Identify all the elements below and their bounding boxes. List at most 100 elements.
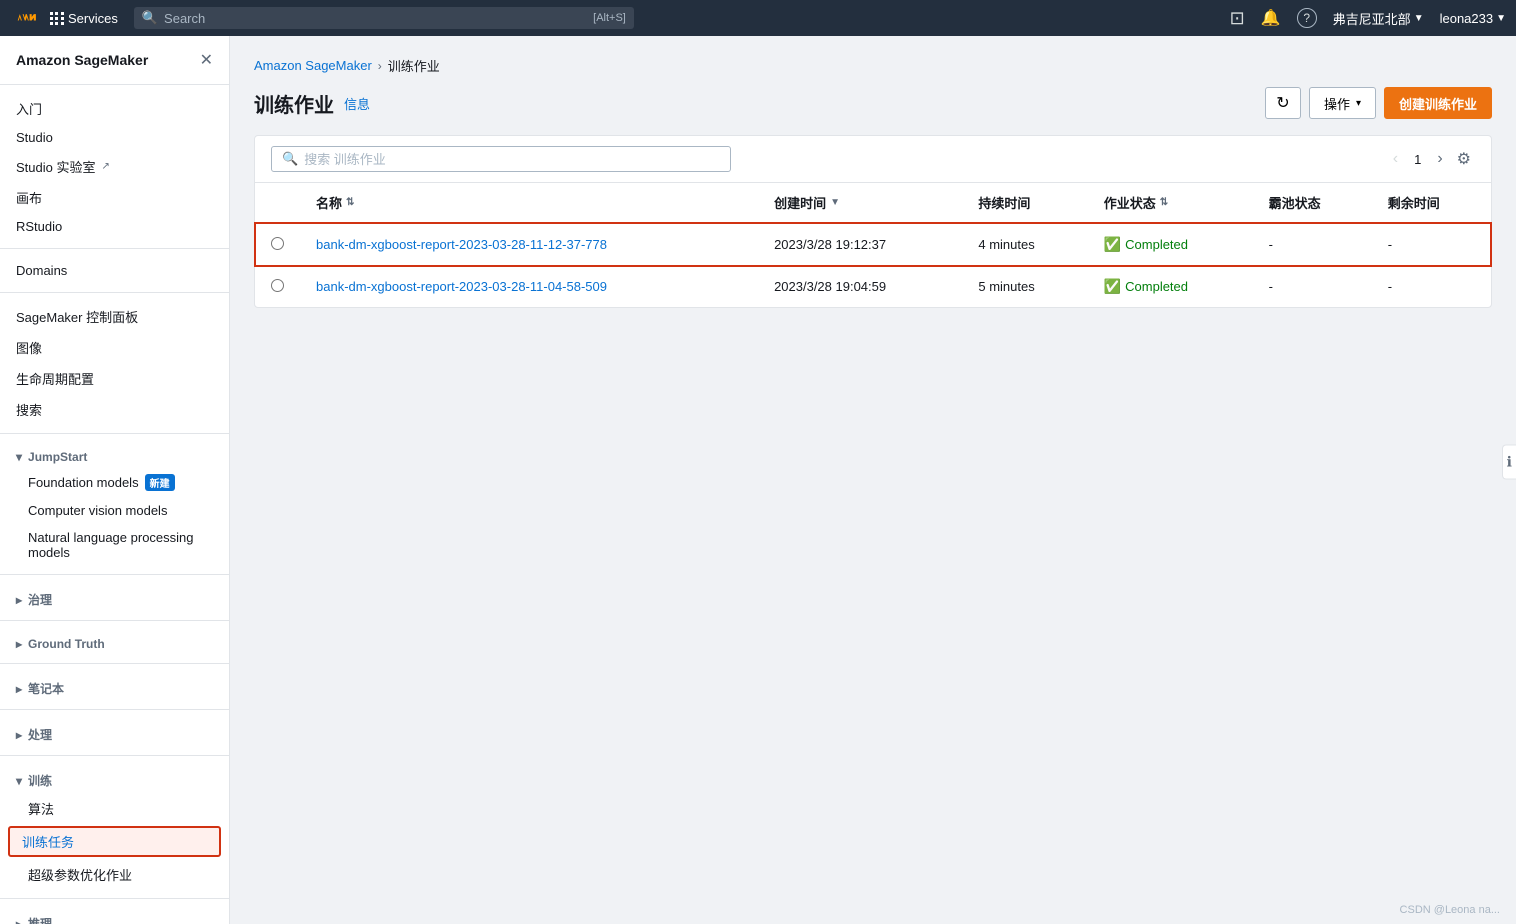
divider-1 <box>0 248 229 249</box>
breadcrumb: Amazon SageMaker › 训练作业 <box>254 56 1492 75</box>
sidebar-section-governance[interactable]: ▸ 治理 <box>0 583 229 612</box>
th-duration-label: 持续时间 <box>978 196 1030 211</box>
table-search-icon: 🔍 <box>282 151 298 167</box>
table-header-row: 名称 ⇅ 创建时间 ▼ 持续时间 <box>255 183 1491 223</box>
sidebar-item-studio[interactable]: Studio <box>0 124 229 151</box>
row2-remaining-cell: - <box>1372 266 1491 308</box>
page-header: 训练作业 信息 ↻ 操作 ▾ 创建训练作业 <box>254 87 1492 119</box>
divider-5 <box>0 620 229 621</box>
info-toggle-icon: ℹ <box>1507 454 1512 470</box>
sidebar-item-search[interactable]: 搜索 <box>0 394 229 425</box>
actions-button[interactable]: 操作 ▾ <box>1309 87 1376 119</box>
sidebar-section-inference[interactable]: ▸ 推理 <box>0 907 229 924</box>
create-training-job-button[interactable]: 创建训练作业 <box>1384 87 1492 119</box>
sidebar-item-hyperparams[interactable]: 超级参数优化作业 <box>0 859 229 890</box>
sidebar-item-domains[interactable]: Domains <box>0 257 229 284</box>
row1-name-link[interactable]: bank-dm-xgboost-report-2023-03-28-11-12-… <box>316 237 607 252</box>
row1-status-icon: ✅ <box>1104 236 1121 253</box>
table-search-input[interactable] <box>304 152 720 167</box>
user-label: leona233 <box>1440 11 1494 26</box>
th-name[interactable]: 名称 ⇅ <box>300 183 758 223</box>
terminal-icon[interactable]: ⊡ <box>1230 8 1245 29</box>
divider-4 <box>0 574 229 575</box>
sidebar-section-notebooks[interactable]: ▸ 笔记本 <box>0 672 229 701</box>
row2-duration-value: 5 minutes <box>978 279 1034 294</box>
pagination-next-button[interactable]: › <box>1433 148 1446 170</box>
row2-billing-cell: - <box>1253 266 1372 308</box>
nav-right-group: ⊡ 🔔 ? 弗吉尼亚北部 ▼ leona233 ▼ <box>1230 8 1506 29</box>
th-created-sort-icon: ▼ <box>830 197 840 208</box>
sidebar-section-jumpstart[interactable]: ▾ JumpStart <box>0 442 229 468</box>
row1-billing-cell: - <box>1253 223 1372 266</box>
global-search-bar[interactable]: 🔍 [Alt+S] <box>134 7 634 29</box>
sidebar-section-processing[interactable]: ▸ 处理 <box>0 718 229 747</box>
ground-truth-label: Ground Truth <box>28 637 105 651</box>
sidebar-header: Amazon SageMaker ✕ <box>0 36 229 85</box>
sidebar-close-button[interactable]: ✕ <box>200 50 213 70</box>
th-remaining: 剩余时间 <box>1372 183 1491 223</box>
notebooks-label: 笔记本 <box>28 680 64 697</box>
top-navigation: Services 🔍 [Alt+S] ⊡ 🔔 ? 弗吉尼亚北部 ▼ leona2… <box>0 0 1516 36</box>
sidebar-item-rumen[interactable]: 入门 <box>0 93 229 124</box>
sidebar-item-foundation-models[interactable]: Foundation models 新建 <box>0 468 229 497</box>
sidebar-title: Amazon SageMaker <box>16 52 148 68</box>
region-selector[interactable]: 弗吉尼亚北部 ▼ <box>1333 9 1424 28</box>
sidebar-section-training[interactable]: ▾ 训练 <box>0 764 229 793</box>
user-menu[interactable]: leona233 ▼ <box>1440 11 1506 26</box>
row2-name-link[interactable]: bank-dm-xgboost-report-2023-03-28-11-04-… <box>316 279 607 294</box>
sidebar-item-cv-models[interactable]: Computer vision models <box>0 497 229 524</box>
sidebar-item-studio-lab[interactable]: Studio 实验室 ↗ <box>0 151 229 182</box>
sidebar-nav: 入门 Studio Studio 实验室 ↗ 画布 RStudio Domain… <box>0 85 229 924</box>
divider-6 <box>0 663 229 664</box>
th-billing-status-label: 霸池状态 <box>1269 196 1321 211</box>
global-search-input[interactable] <box>164 11 593 26</box>
aws-logo[interactable] <box>10 9 38 27</box>
th-select <box>255 183 300 223</box>
row2-status-icon: ✅ <box>1104 278 1121 295</box>
row2-status-value: ✅ Completed <box>1104 278 1237 295</box>
pagination-prev-button[interactable]: ‹ <box>1389 148 1402 170</box>
row1-name-cell: bank-dm-xgboost-report-2023-03-28-11-12-… <box>300 223 758 266</box>
region-label: 弗吉尼亚北部 <box>1333 9 1411 28</box>
row1-radio[interactable] <box>271 237 284 250</box>
help-icon[interactable]: ? <box>1297 8 1317 28</box>
info-panel-toggle[interactable]: ℹ <box>1502 445 1516 480</box>
th-remaining-label: 剩余时间 <box>1388 196 1440 211</box>
sidebar-item-lifecycle[interactable]: 生命周期配置 <box>0 363 229 394</box>
inference-expand-icon: ▸ <box>16 917 22 924</box>
sidebar-item-nlp-models[interactable]: Natural language processing models <box>0 524 229 566</box>
notifications-icon[interactable]: 🔔 <box>1261 8 1281 28</box>
table-settings-button[interactable]: ⚙ <box>1453 147 1475 171</box>
row1-select-cell[interactable] <box>255 223 300 266</box>
breadcrumb-current: 训练作业 <box>388 56 440 75</box>
row2-created-cell: 2023/3/28 19:04:59 <box>758 266 962 308</box>
page-title-group: 训练作业 信息 <box>254 89 370 118</box>
ground-truth-expand-icon: ▸ <box>16 637 22 651</box>
services-menu[interactable]: Services <box>50 11 118 26</box>
page-info-link[interactable]: 信息 <box>344 94 370 113</box>
sidebar-section-ground-truth[interactable]: ▸ Ground Truth <box>0 629 229 655</box>
sidebar-item-sagemaker-panel[interactable]: SageMaker 控制面板 <box>0 301 229 332</box>
th-job-status-label: 作业状态 <box>1104 193 1156 212</box>
sidebar-item-canvas[interactable]: 画布 <box>0 182 229 213</box>
table-search-wrapper[interactable]: 🔍 <box>271 146 731 172</box>
notebooks-expand-icon: ▸ <box>16 682 22 696</box>
sidebar-item-images[interactable]: 图像 <box>0 332 229 363</box>
training-jobs-table-container: 🔍 ‹ 1 › ⚙ 名称 <box>254 135 1492 308</box>
sidebar-item-training-jobs[interactable]: 训练任务 <box>8 826 221 857</box>
th-created-label: 创建时间 <box>774 193 826 212</box>
row1-remaining-value: - <box>1388 237 1392 252</box>
sidebar-item-algorithms[interactable]: 算法 <box>0 793 229 824</box>
divider-9 <box>0 898 229 899</box>
breadcrumb-parent-link[interactable]: Amazon SageMaker <box>254 58 372 73</box>
inference-label: 推理 <box>28 915 52 924</box>
row2-select-cell[interactable] <box>255 266 300 308</box>
th-created[interactable]: 创建时间 ▼ <box>758 183 962 223</box>
th-job-status[interactable]: 作业状态 ⇅ <box>1088 183 1253 223</box>
row2-duration-cell: 5 minutes <box>962 266 1087 308</box>
breadcrumb-separator: › <box>378 59 382 73</box>
page-title: 训练作业 <box>254 89 334 118</box>
row2-radio[interactable] <box>271 279 284 292</box>
sidebar-item-rstudio[interactable]: RStudio <box>0 213 229 240</box>
refresh-button[interactable]: ↻ <box>1265 87 1301 119</box>
